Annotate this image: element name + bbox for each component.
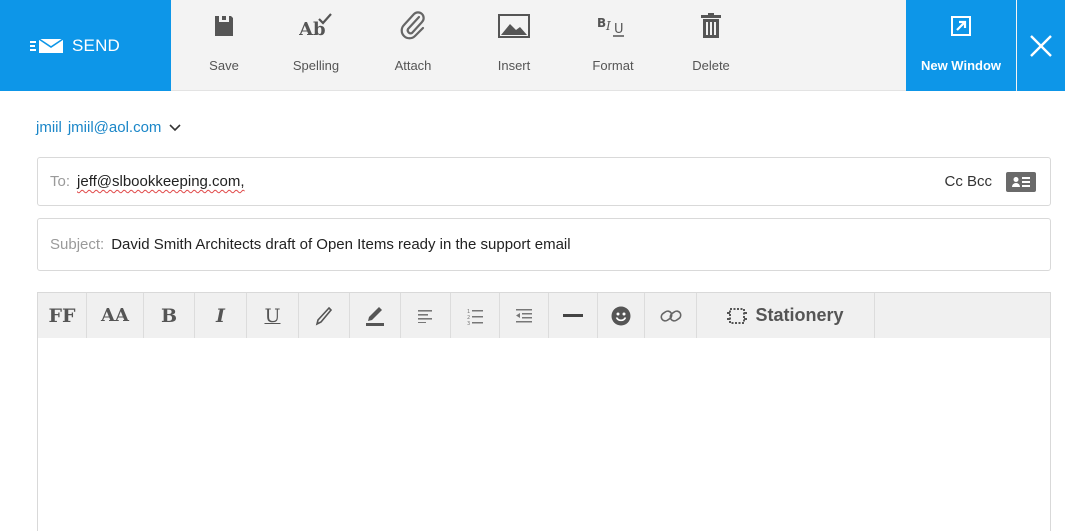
from-account-selector[interactable]: jmiil jmiil@aol.com bbox=[36, 119, 181, 136]
bold-button[interactable]: B bbox=[144, 293, 195, 338]
subject-value[interactable]: David Smith Architects draft of Open Ite… bbox=[111, 236, 570, 253]
stationery-label: Stationery bbox=[755, 305, 844, 325]
to-recipient[interactable]: jeff@slbookkeeping.com, bbox=[77, 173, 245, 190]
new-window-icon bbox=[951, 0, 971, 52]
trash-icon bbox=[701, 0, 721, 52]
attach-label: Attach bbox=[394, 58, 432, 73]
underline-label: U bbox=[264, 304, 281, 327]
italic-label: I bbox=[216, 304, 225, 327]
svg-text:B: B bbox=[597, 16, 606, 30]
from-email: jmiil@aol.com bbox=[67, 119, 162, 136]
font-family-label: FF bbox=[48, 304, 76, 327]
delete-button[interactable]: Delete bbox=[683, 0, 739, 91]
align-button[interactable] bbox=[401, 293, 451, 338]
svg-text:3: 3 bbox=[467, 321, 470, 325]
spelling-button[interactable]: Ab Spelling bbox=[281, 0, 351, 91]
format-button[interactable]: B I U Format bbox=[582, 0, 644, 91]
cc-bcc-link[interactable]: Cc Bcc bbox=[944, 173, 992, 190]
highlight-button[interactable] bbox=[350, 293, 401, 338]
link-icon bbox=[659, 309, 682, 322]
chevron-down-icon bbox=[169, 123, 181, 131]
attach-button[interactable]: Attach bbox=[383, 0, 443, 91]
svg-text:I: I bbox=[605, 19, 611, 33]
smiley-icon bbox=[611, 306, 631, 325]
send-envelope-icon bbox=[30, 37, 64, 54]
numbered-list-icon: 1 2 3 bbox=[467, 309, 483, 325]
save-button[interactable]: Save bbox=[196, 0, 252, 91]
insert-button[interactable]: Insert bbox=[483, 0, 545, 91]
font-size-button[interactable]: AA bbox=[87, 293, 144, 338]
paperclip-icon bbox=[399, 0, 427, 52]
numbered-list-button[interactable]: 1 2 3 bbox=[451, 293, 500, 338]
spelling-label: Spelling bbox=[292, 58, 340, 73]
format-text-icon: B I U bbox=[596, 0, 630, 52]
font-size-label: AA bbox=[101, 305, 129, 326]
spelling-icon: Ab bbox=[299, 0, 333, 52]
stationery-button[interactable]: Stationery bbox=[697, 293, 875, 338]
close-button[interactable] bbox=[1017, 0, 1065, 91]
align-left-icon bbox=[417, 309, 432, 323]
highlighter-icon bbox=[366, 306, 384, 326]
cc-bcc-area: Cc Bcc bbox=[944, 158, 1036, 205]
stationery-icon bbox=[727, 307, 748, 324]
outdent-icon bbox=[516, 308, 532, 322]
save-label: Save bbox=[209, 58, 239, 73]
subject-label: Subject: bbox=[50, 236, 105, 253]
to-label: To: bbox=[50, 173, 71, 190]
italic-button[interactable]: I bbox=[195, 293, 247, 338]
from-name: jmiil bbox=[36, 119, 62, 136]
compose-toolbar: SEND Save Ab Spelling Attach Insert B I … bbox=[0, 0, 1065, 91]
text-color-button[interactable] bbox=[299, 293, 350, 338]
underline-button[interactable]: U bbox=[247, 293, 299, 338]
format-label: Format bbox=[592, 58, 634, 73]
bold-label: B bbox=[160, 304, 178, 327]
close-icon bbox=[1030, 34, 1052, 57]
save-icon bbox=[213, 0, 235, 52]
insert-label: Insert bbox=[497, 58, 531, 73]
horizontal-rule-icon bbox=[563, 313, 583, 317]
svg-text:U: U bbox=[614, 22, 624, 37]
to-field[interactable]: To: jeff@slbookkeeping.com, Cc Bcc bbox=[37, 157, 1051, 206]
image-icon bbox=[498, 0, 530, 52]
new-window-label: New Window bbox=[920, 58, 1002, 73]
send-button[interactable]: SEND bbox=[0, 0, 171, 91]
horizontal-rule-button[interactable] bbox=[549, 293, 598, 338]
delete-label: Delete bbox=[692, 58, 730, 73]
send-label: SEND bbox=[72, 35, 121, 55]
link-button[interactable] bbox=[645, 293, 697, 338]
pen-icon bbox=[315, 306, 333, 325]
contact-card-icon[interactable] bbox=[1006, 171, 1036, 192]
format-toolbar: FF AA B I U 1 2 3 Stationery bbox=[37, 292, 1051, 339]
message-body-editor[interactable] bbox=[37, 338, 1051, 531]
new-window-button[interactable]: New Window bbox=[906, 0, 1016, 91]
font-family-button[interactable]: FF bbox=[38, 293, 87, 338]
subject-field[interactable]: Subject: David Smith Architects draft of… bbox=[37, 218, 1051, 271]
indent-button[interactable] bbox=[500, 293, 549, 338]
emoji-button[interactable] bbox=[598, 293, 645, 338]
